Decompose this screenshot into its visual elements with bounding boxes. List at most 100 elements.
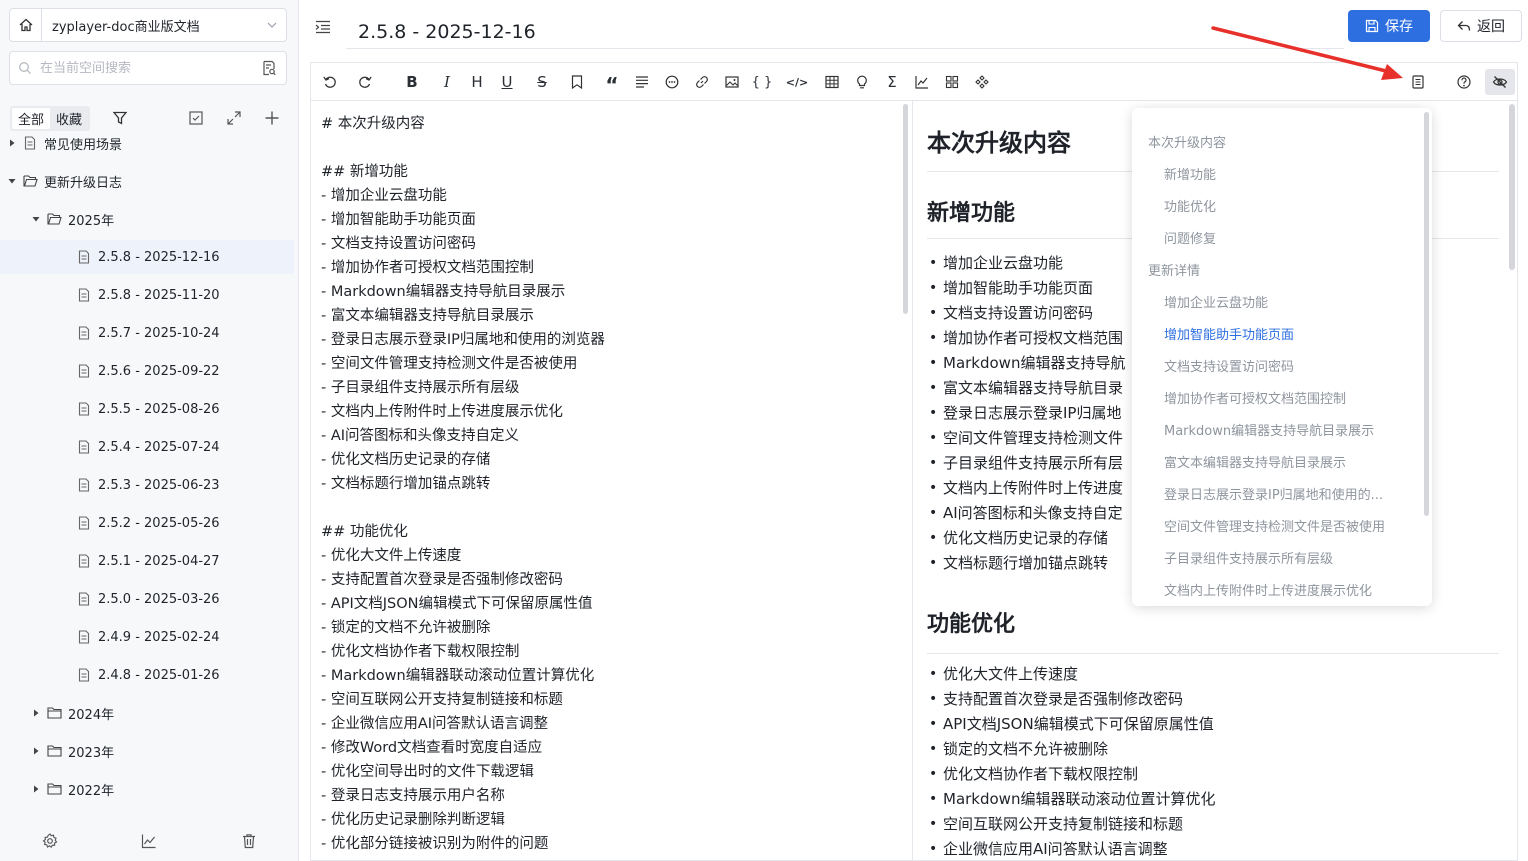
tree-label: 2.4.9 - 2025-02-24	[98, 629, 220, 645]
markdown-source[interactable]: # 本次升级内容 ## 新增功能 - 增加企业云盘功能 - 增加智能助手功能页面…	[321, 112, 605, 856]
toc-item[interactable]: 功能优化	[1164, 196, 1216, 215]
preview-list-item: 增加智能助手功能页面	[927, 276, 1125, 301]
tree-folder-2025[interactable]: 2025年	[0, 202, 294, 236]
toc-item[interactable]: 文档支持设置访问密码	[1164, 356, 1294, 375]
toc-item[interactable]: 空间文件管理支持检测文件是否被使用	[1164, 516, 1385, 535]
filter-row: 全部 收藏	[10, 105, 292, 131]
underline-button[interactable]: U	[494, 69, 520, 95]
caret-down-icon[interactable]	[6, 175, 18, 187]
tree-doc-item[interactable]: 2.4.8 - 2025-01-26	[0, 658, 294, 692]
toc-icon[interactable]	[1405, 69, 1431, 95]
tree-folder-2023[interactable]: 2023年	[0, 734, 294, 768]
caret-right-icon[interactable]	[30, 707, 42, 719]
tree-doc-item[interactable]: 2.5.8 - 2025-11-20	[0, 278, 294, 312]
sidebar: zyplayer-doc商业版文档 全部 收藏	[0, 0, 299, 861]
add-icon[interactable]	[260, 106, 284, 130]
strikethrough-button[interactable]: S	[529, 69, 555, 95]
preview-opt-list: 优化大文件上传速度支持配置首次登录是否强制修改密码API文档JSON编辑模式下可…	[927, 662, 1215, 860]
tree-label: 2025年	[68, 213, 115, 229]
tree-doc-item[interactable]: 2.5.2 - 2025-05-26	[0, 506, 294, 540]
markdown-editor[interactable]: # 本次升级内容 ## 新增功能 - 增加企业云盘功能 - 增加智能助手功能页面…	[310, 100, 912, 861]
bookmark-icon[interactable]	[564, 69, 590, 95]
grid-icon[interactable]	[939, 69, 965, 95]
tree-doc-item[interactable]: 2.5.6 - 2025-09-22	[0, 354, 294, 388]
tree-doc-item[interactable]: 2.5.3 - 2025-06-23	[0, 468, 294, 502]
caret-right-icon[interactable]	[6, 137, 18, 149]
home-icon[interactable]	[10, 9, 42, 41]
toc-item[interactable]: 更新详情	[1148, 260, 1200, 279]
tree-label: 常见使用场景	[44, 137, 123, 153]
toc-item[interactable]: 文档内上传附件时上传进度展示优化	[1164, 580, 1372, 599]
back-button[interactable]: 返回	[1440, 10, 1522, 42]
diagram-icon[interactable]	[969, 69, 995, 95]
redo-icon[interactable]	[352, 69, 378, 95]
tree-doc-item[interactable]: 2.5.5 - 2025-08-26	[0, 392, 294, 426]
link-icon[interactable]	[689, 69, 715, 95]
toc-item[interactable]: 增加企业云盘功能	[1164, 292, 1268, 311]
tree-doc-item[interactable]: 2.5.4 - 2025-07-24	[0, 430, 294, 464]
tree-doc-item[interactable]: 2.5.0 - 2025-03-26	[0, 582, 294, 616]
image-icon[interactable]	[719, 69, 745, 95]
search-doc-icon[interactable]	[252, 60, 286, 76]
checkbox-icon[interactable]	[184, 106, 208, 130]
tree-folder-usage[interactable]: 常见使用场景	[0, 130, 294, 160]
caret-right-icon[interactable]	[30, 783, 42, 795]
search-input[interactable]	[40, 60, 252, 76]
save-button[interactable]: 保存	[1348, 10, 1430, 42]
preview-scrollbar[interactable]	[1509, 104, 1515, 270]
tree-doc-item[interactable]: 2.4.9 - 2025-02-24	[0, 620, 294, 654]
toc-item[interactable]: 新增功能	[1164, 164, 1216, 183]
trash-icon[interactable]	[234, 826, 264, 856]
toc-item[interactable]: Markdown编辑器支持导航目录展示	[1164, 420, 1374, 439]
toc-scrollbar[interactable]	[1424, 112, 1429, 516]
toc-item[interactable]: 问题修复	[1164, 228, 1216, 247]
search-icon	[10, 61, 40, 75]
filter-icon[interactable]	[108, 106, 132, 130]
chart-icon[interactable]	[909, 69, 935, 95]
toc-item[interactable]: 登录日志展示登录IP归属地和使用的...	[1164, 484, 1383, 503]
toc-item[interactable]: 增加智能助手功能页面	[1164, 324, 1294, 343]
toc-item[interactable]: 本次升级内容	[1148, 132, 1226, 151]
doc-icon	[76, 667, 92, 683]
lightbulb-icon[interactable]	[849, 69, 875, 95]
formula-button[interactable]: Σ	[879, 69, 905, 95]
caret-down-icon[interactable]	[30, 213, 42, 225]
align-icon[interactable]	[629, 69, 655, 95]
preview-toggle-icon[interactable]	[1485, 69, 1515, 95]
tree-label: 2.5.0 - 2025-03-26	[98, 591, 220, 607]
tree-doc-item[interactable]: 2.5.7 - 2025-10-24	[0, 316, 294, 350]
preview-list-item: 空间互联网公开支持复制链接和标题	[927, 812, 1215, 837]
tab-favorites[interactable]: 收藏	[50, 108, 88, 129]
space-selector[interactable]: zyplayer-doc商业版文档	[9, 8, 287, 42]
menu-toggle-icon[interactable]	[312, 16, 334, 38]
undo-icon[interactable]	[317, 69, 343, 95]
inline-code-button[interactable]: </>	[784, 69, 810, 95]
toc-item[interactable]: 子目录组件支持展示所有层级	[1164, 548, 1333, 567]
preview-new-list: 增加企业云盘功能增加智能助手功能页面文档支持设置访问密码增加协作者可授权文档范围…	[927, 251, 1125, 576]
expand-icon[interactable]	[222, 106, 246, 130]
heading-button[interactable]: H	[464, 69, 490, 95]
code-block-button[interactable]: { }	[749, 69, 775, 95]
tab-all[interactable]: 全部	[12, 107, 51, 129]
preview-list-item: 支持配置首次登录是否强制修改密码	[927, 687, 1215, 712]
tree-doc-item[interactable]: 2.5.8 - 2025-12-16	[0, 240, 294, 274]
folder-icon	[46, 781, 62, 797]
doc-title-input[interactable]	[346, 15, 1344, 49]
settings-icon[interactable]	[35, 826, 65, 856]
toc-item[interactable]: 增加协作者可授权文档范围控制	[1164, 388, 1346, 407]
preview-list-item: 企业微信应用AI问答默认语言调整	[927, 837, 1215, 860]
stats-chart-icon[interactable]	[134, 826, 164, 856]
tree-folder-2022[interactable]: 2022年	[0, 772, 294, 806]
emoji-icon[interactable]	[659, 69, 685, 95]
tree-folder-changelog[interactable]: 更新升级日志	[0, 164, 294, 198]
table-icon[interactable]	[819, 69, 845, 95]
bold-button[interactable]: B	[399, 69, 425, 95]
italic-button[interactable]: I	[434, 69, 460, 95]
help-icon[interactable]	[1451, 69, 1477, 95]
tree-folder-2024[interactable]: 2024年	[0, 696, 294, 730]
toc-item[interactable]: 富文本编辑器支持导航目录展示	[1164, 452, 1346, 471]
tree-doc-item[interactable]: 2.5.1 - 2025-04-27	[0, 544, 294, 578]
quote-button[interactable]: “	[599, 69, 625, 97]
caret-right-icon[interactable]	[30, 745, 42, 757]
editor-scrollbar[interactable]	[903, 104, 908, 314]
